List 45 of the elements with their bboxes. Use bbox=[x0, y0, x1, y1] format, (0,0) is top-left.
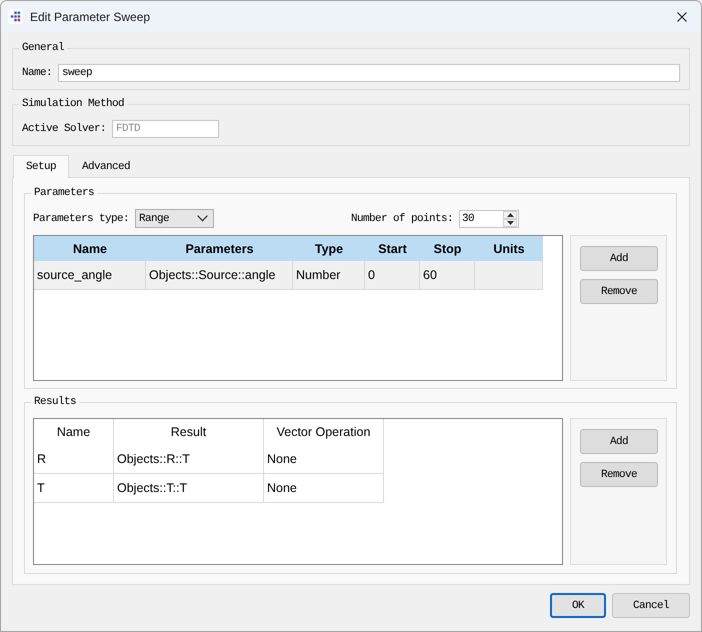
add-button[interactable]: Add bbox=[580, 246, 658, 271]
ok-button[interactable]: OK bbox=[550, 593, 606, 618]
remove-button[interactable]: Remove bbox=[580, 462, 658, 487]
table-cell: Objects::R::T bbox=[114, 445, 264, 473]
column-header[interactable]: Name bbox=[34, 236, 146, 261]
column-header[interactable]: Units bbox=[475, 236, 543, 261]
table-cell: source_angle bbox=[34, 261, 146, 289]
text-field[interactable]: sweep bbox=[58, 64, 680, 82]
field-label: Name: bbox=[22, 67, 52, 79]
cancel-button[interactable]: Cancel bbox=[612, 593, 690, 618]
column-header[interactable]: Vector Operation bbox=[264, 419, 384, 445]
chevron-down-icon bbox=[197, 215, 208, 222]
column-header[interactable]: Parameters bbox=[146, 236, 293, 261]
field-label: Active Solver: bbox=[22, 123, 106, 135]
spin-box[interactable]: 30 bbox=[459, 210, 519, 228]
spin-up-button[interactable] bbox=[503, 210, 517, 218]
window-title: Edit Parameter Sweep bbox=[30, 10, 150, 24]
column-header[interactable]: Result bbox=[114, 419, 264, 445]
field-label: Parameters type: bbox=[33, 212, 130, 224]
remove-button[interactable]: Remove bbox=[580, 279, 658, 304]
table-cell: None bbox=[264, 445, 384, 473]
table-cell: Objects::Source::angle bbox=[146, 261, 293, 289]
caret-up-icon bbox=[506, 212, 514, 216]
table-cell: 60 bbox=[420, 261, 475, 289]
table-row[interactable]: T Objects::T::T None bbox=[34, 474, 384, 503]
column-header[interactable]: Stop bbox=[420, 236, 475, 261]
dropdown[interactable]: Range bbox=[135, 209, 214, 228]
caret-down-icon bbox=[506, 220, 514, 224]
column-header[interactable]: Type bbox=[293, 236, 365, 261]
table-cell: R bbox=[34, 445, 114, 473]
tab[interactable]: Advanced bbox=[69, 155, 144, 177]
field-label: Number of points: bbox=[350, 212, 453, 224]
table-row[interactable]: R Objects::R::T None bbox=[34, 445, 384, 474]
column-header[interactable]: Name bbox=[34, 419, 114, 445]
column-header[interactable]: Start bbox=[365, 236, 420, 261]
table-cell: T bbox=[34, 474, 114, 502]
table-cell: None bbox=[264, 474, 384, 502]
close-icon bbox=[677, 12, 687, 22]
add-button[interactable]: Add bbox=[580, 429, 658, 454]
table-cell: 0 bbox=[365, 261, 420, 289]
app-logo-icon bbox=[8, 9, 23, 24]
table-cell: Objects::T::T bbox=[114, 474, 264, 502]
table-cell: Number bbox=[293, 261, 365, 289]
table-row[interactable]: source_angle Objects::Source::angle Number 0 60 bbox=[34, 261, 543, 290]
tab[interactable]: Setup bbox=[13, 155, 70, 178]
